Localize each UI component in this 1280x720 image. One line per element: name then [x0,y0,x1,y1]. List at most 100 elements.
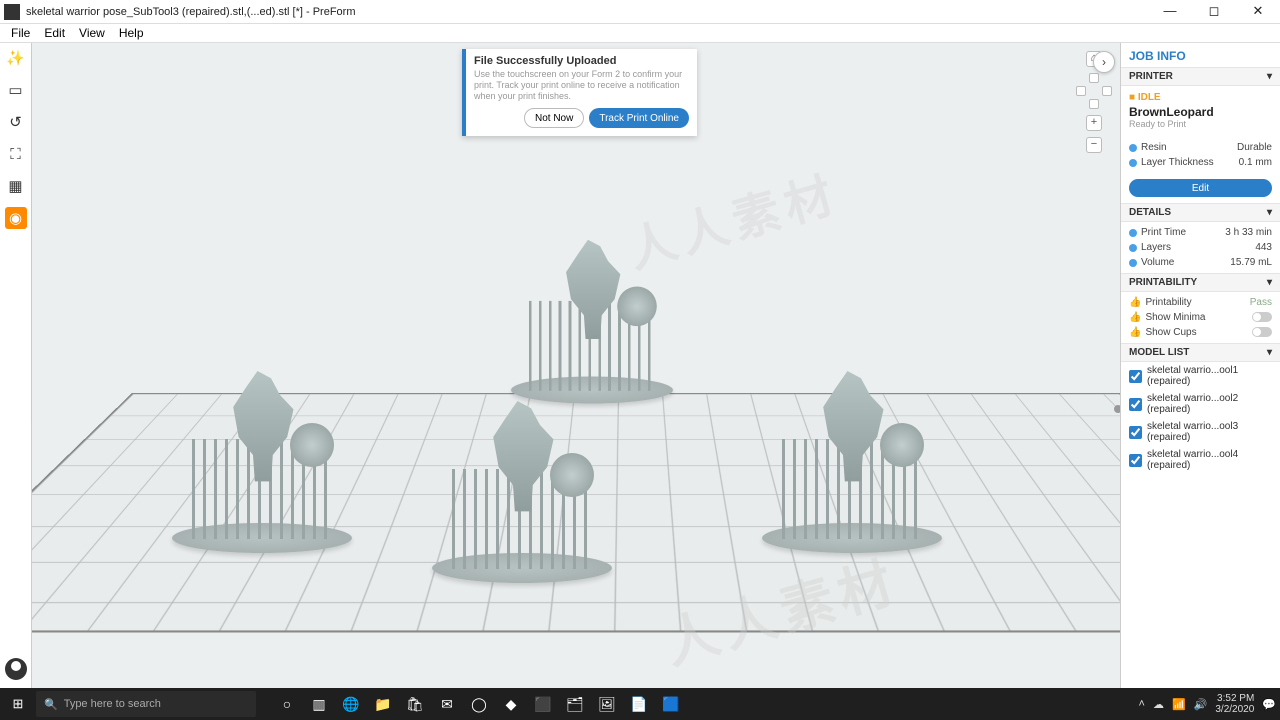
show-cups-toggle[interactable] [1252,327,1272,337]
printer-section[interactable]: PRINTER [1129,71,1173,82]
collapse-right-button[interactable]: › [1093,51,1115,73]
layout-icon[interactable]: ▦ [5,175,27,197]
layer-icon [1129,159,1137,167]
right-panel: › JOB INFO PRINTER▾ ■ IDLE BrownLeopard … [1120,43,1280,688]
mail-icon[interactable]: ✉ [432,691,462,717]
resin-icon [1129,144,1137,152]
magic-wand-icon[interactable]: ✨ [5,47,27,69]
scale-icon[interactable]: ⛶ [5,143,27,165]
not-now-button[interactable]: Not Now [524,108,584,128]
printability-label: Printability [1145,297,1191,308]
start-button[interactable]: ⊞ [0,696,36,712]
list-item[interactable]: skeletal warrio...ool4 (repaired) [1121,446,1280,474]
rotate-icon[interactable]: ↺ [5,111,27,133]
search-placeholder: Type here to search [64,698,161,710]
chrome-icon[interactable]: ◯ [464,691,494,717]
menu-file[interactable]: File [4,24,37,42]
minimize-button[interactable]: — [1148,0,1192,24]
menu-edit[interactable]: Edit [37,24,72,42]
close-button[interactable]: ✕ [1236,0,1280,24]
thumb-up-icon: 👍 [1129,327,1141,338]
onedrive-icon[interactable]: ☁ [1153,698,1164,711]
resin-value: Durable [1237,142,1272,153]
cortana-icon[interactable]: ○ [272,691,302,717]
model-name: skeletal warrio...ool2 (repaired) [1147,393,1272,415]
list-item[interactable]: skeletal warrio...ool2 (repaired) [1121,390,1280,418]
model-checkbox[interactable] [1129,426,1142,439]
menubar: File Edit View Help [0,24,1280,43]
task-view-icon[interactable]: ▥ [304,691,334,717]
printability-value: Pass [1250,297,1272,308]
app-icon[interactable]: ◆ [496,691,526,717]
account-icon[interactable] [5,658,27,680]
job-info-title: JOB INFO [1121,43,1280,67]
supports-icon[interactable]: ◉ [5,207,27,229]
app-icon[interactable]: ⬛ [528,691,558,717]
layer-thickness-label: Layer Thickness [1141,157,1214,168]
model-list-section[interactable]: MODEL LIST [1129,347,1189,358]
show-cups-label: Show Cups [1145,327,1196,338]
printer-name[interactable]: BrownLeopard [1129,105,1272,119]
model-3[interactable] [520,233,664,404]
show-minima-toggle[interactable] [1252,312,1272,322]
list-item[interactable]: skeletal warrio...ool3 (repaired) [1121,418,1280,446]
pan-cross[interactable] [1076,73,1112,109]
clock[interactable]: 3:52 PM 3/2/2020 [1215,693,1254,715]
select-icon[interactable]: ▭ [5,79,27,101]
time: 3:52 PM [1215,693,1254,704]
layers-value: 443 [1255,242,1272,253]
app-icon[interactable]: 🗂 [560,691,590,717]
menu-view[interactable]: View [72,24,112,42]
volume-label: Volume [1141,257,1174,268]
system-tray: ˄ ☁ 📶 🔊 3:52 PM 3/2/2020 💬 [1139,693,1280,715]
date: 3/2/2020 [1215,704,1254,715]
maximize-button[interactable]: ◻ [1192,0,1236,24]
volume-icon [1129,259,1137,267]
menu-help[interactable]: Help [112,24,151,42]
model-2[interactable] [442,393,602,583]
chevron-down-icon[interactable]: ▾ [1267,347,1272,358]
model-name: skeletal warrio...ool4 (repaired) [1147,449,1272,471]
app-icon[interactable]: 🖼 [592,691,622,717]
print-time-label: Print Time [1141,227,1186,238]
show-minima-label: Show Minima [1145,312,1205,323]
notifications-icon[interactable]: 💬 [1262,698,1276,711]
layer-thickness-value: 0.1 mm [1239,157,1272,168]
tray-chevron-icon[interactable]: ˄ [1139,698,1145,710]
zoom-in-button[interactable]: + [1086,115,1102,131]
taskbar: ⊞ 🔍 Type here to search ○ ▥ 🌐 📁 🛍 ✉ ◯ ◆ … [0,688,1280,720]
layers-icon [1129,244,1137,252]
taskbar-search[interactable]: 🔍 Type here to search [36,691,256,717]
zoom-out-button[interactable]: − [1086,137,1102,153]
model-1[interactable] [182,363,342,553]
details-section[interactable]: DETAILS [1129,207,1171,218]
window-titlebar: skeletal warrior pose_SubTool3 (repaired… [0,0,1280,24]
print-time-value: 3 h 33 min [1225,227,1272,238]
model-4[interactable] [772,363,932,553]
app-icon[interactable]: 📄 [624,691,654,717]
volume-icon[interactable]: 🔊 [1194,698,1208,711]
thumb-up-icon: 👍 [1129,297,1141,308]
window-title: skeletal warrior pose_SubTool3 (repaired… [24,6,1148,18]
model-checkbox[interactable] [1129,370,1142,383]
chevron-down-icon[interactable]: ▾ [1267,207,1272,218]
toast-body: Use the touchscreen on your Form 2 to co… [474,69,689,102]
model-checkbox[interactable] [1129,454,1142,467]
wifi-icon[interactable]: 📶 [1172,698,1186,711]
resin-label: Resin [1141,142,1167,153]
app-icon[interactable]: 🟦 [656,691,686,717]
chevron-down-icon[interactable]: ▾ [1267,277,1272,288]
viewport[interactable]: www.rrcg.cn 人人素材 人人素材 File Successfully … [32,43,1120,688]
list-item[interactable]: skeletal warrio...ool1 (repaired) [1121,362,1280,390]
thumb-up-icon: 👍 [1129,312,1141,323]
model-checkbox[interactable] [1129,398,1142,411]
explorer-icon[interactable]: 📁 [368,691,398,717]
edge-icon[interactable]: 🌐 [336,691,366,717]
store-icon[interactable]: 🛍 [400,691,430,717]
search-icon: 🔍 [44,698,58,711]
chevron-down-icon[interactable]: ▾ [1267,71,1272,82]
track-online-button[interactable]: Track Print Online [589,108,689,128]
printability-section[interactable]: PRINTABILITY [1129,277,1197,288]
edit-button[interactable]: Edit [1129,179,1272,197]
layers-label: Layers [1141,242,1171,253]
